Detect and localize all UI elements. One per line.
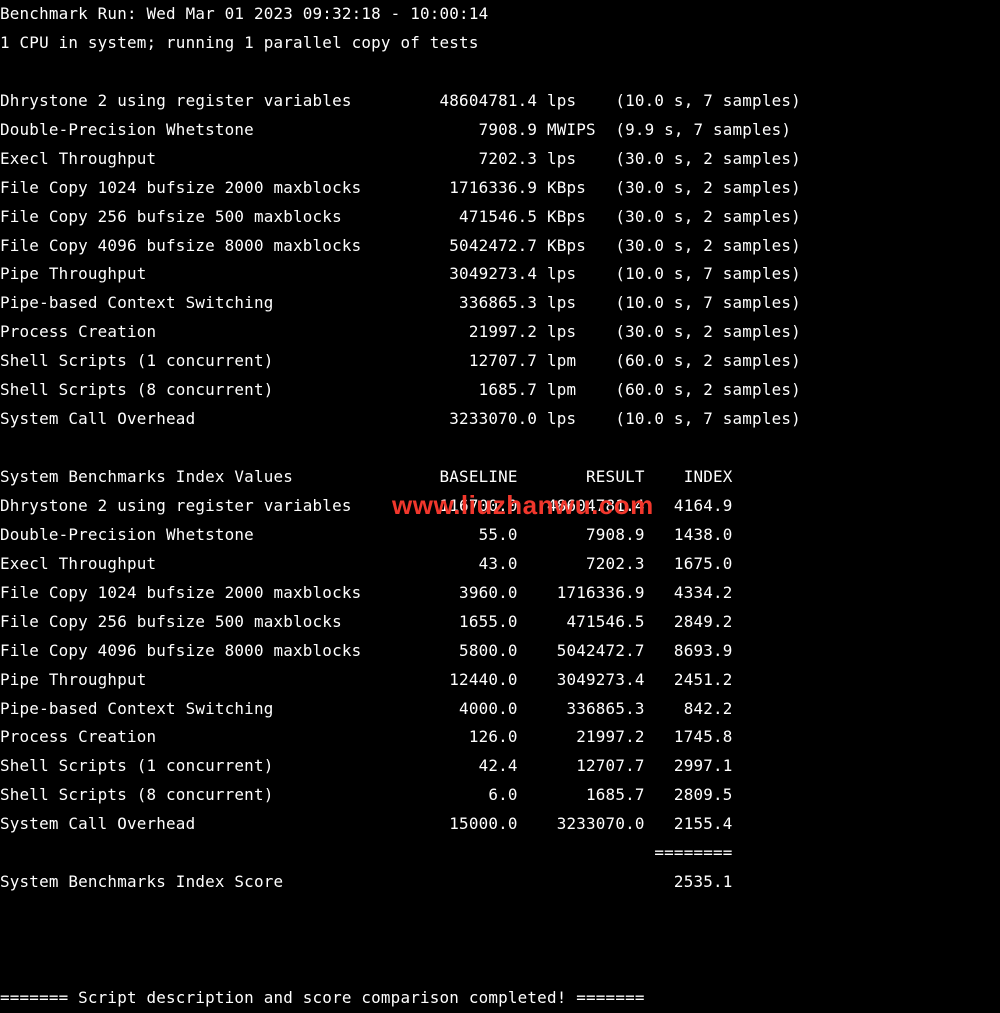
terminal-output: Benchmark Run: Wed Mar 01 2023 09:32:18 … [0, 0, 1000, 1013]
